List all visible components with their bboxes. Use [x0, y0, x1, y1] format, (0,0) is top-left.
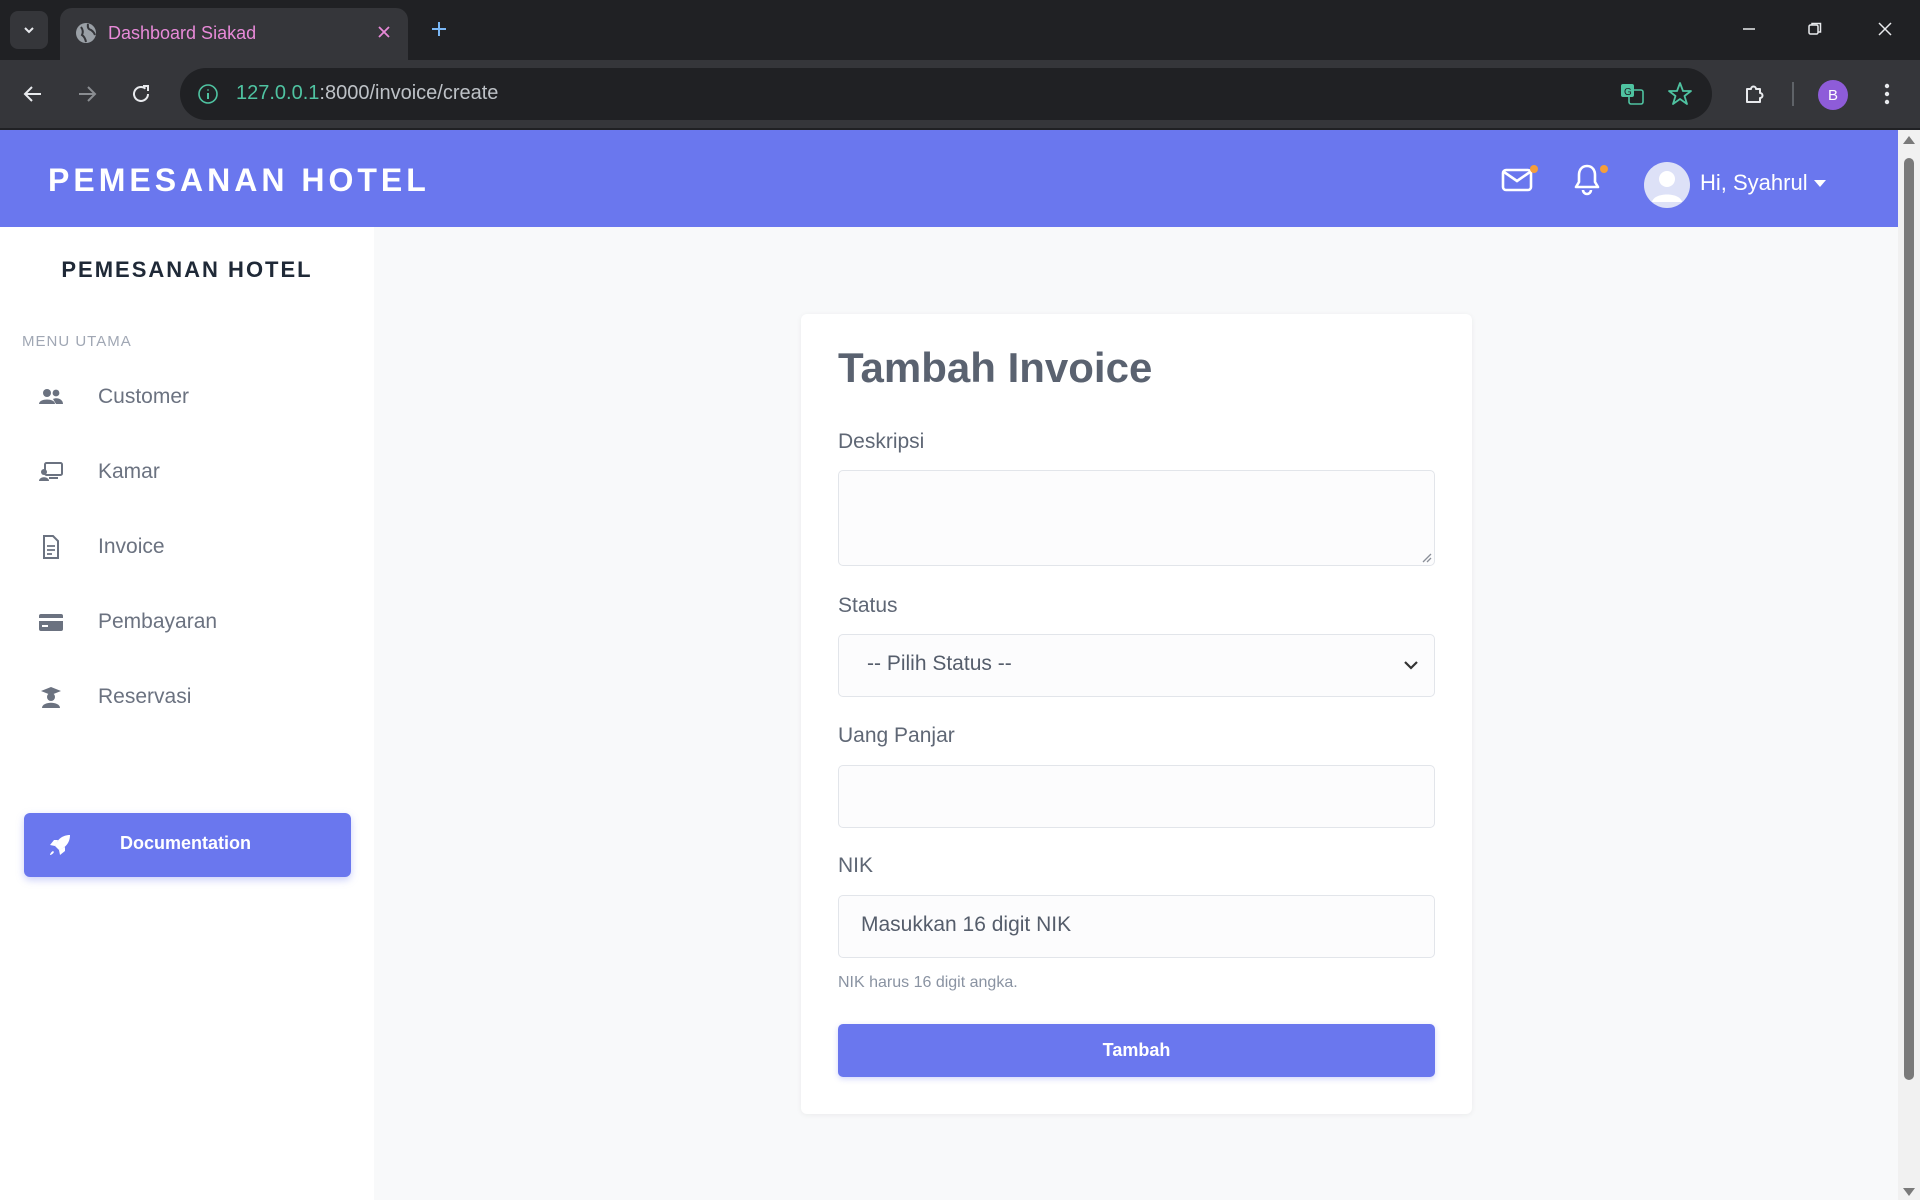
sidebar-brand[interactable]: PEMESANAN HOTEL [0, 257, 374, 283]
sidebar-item-label: Reservasi [98, 685, 192, 708]
arrow-right-icon [79, 86, 97, 102]
bell-icon[interactable] [1570, 162, 1604, 196]
page-scrollbar[interactable] [1898, 130, 1920, 1200]
sidebar-item-label: Kamar [98, 460, 160, 483]
deskripsi-label: Deskripsi [838, 430, 925, 453]
extensions-button[interactable] [1738, 77, 1772, 111]
restore-icon [1808, 22, 1822, 35]
star-icon[interactable] [1666, 80, 1694, 108]
forward-button[interactable] [70, 77, 104, 111]
browser-tab[interactable]: Dashboard Siakad [60, 8, 408, 60]
chevron-down-icon [1404, 661, 1418, 670]
url-host: 127.0.0.1 [236, 82, 320, 104]
reload-button[interactable] [124, 77, 158, 111]
user-avatar[interactable] [1644, 162, 1690, 208]
reservation-icon [41, 687, 61, 708]
scroll-down-arrow-icon[interactable] [1903, 1188, 1915, 1196]
url-path: :8000/invoice/create [319, 82, 499, 104]
file-invoice-icon [43, 535, 59, 559]
translate-icon[interactable]: G [1618, 80, 1646, 108]
chevron-down-icon [24, 27, 34, 34]
arrow-left-icon [23, 86, 41, 102]
sidebar-item-reservasi[interactable]: Reservasi [20, 669, 354, 725]
documentation-label: Documentation [120, 833, 252, 853]
scroll-up-arrow-icon[interactable] [1903, 136, 1915, 144]
mail-icon[interactable] [1500, 162, 1534, 196]
more-vertical-icon [1884, 83, 1890, 105]
resize-handle-icon[interactable] [1420, 551, 1432, 563]
status-selected-value: -- Pilih Status -- [867, 652, 1012, 675]
tambah-button[interactable]: Tambah [838, 1024, 1435, 1077]
uang-panjar-label: Uang Panjar [838, 724, 955, 747]
browser-toolbar: 127.0.0.1:8000/invoice/create G B [0, 60, 1920, 128]
sidebar-item-label: Invoice [98, 535, 165, 558]
status-select[interactable]: -- Pilih Status -- [838, 634, 1435, 697]
sidebar-item-invoice[interactable]: Invoice [20, 519, 354, 575]
close-icon [1878, 22, 1892, 36]
sidebar-section-heading: MENU UTAMA [22, 333, 132, 350]
site-info-icon[interactable] [194, 80, 222, 108]
deskripsi-textarea[interactable] [838, 470, 1435, 566]
sidebar-item-label: Customer [98, 385, 190, 408]
rocket-icon [50, 835, 70, 855]
mail-notification-dot [1530, 165, 1538, 173]
nik-input[interactable]: Masukkan 16 digit NIK [838, 895, 1435, 958]
page-viewport: PEMESANAN HOTEL Hi, Syahrul PEMESANAN HO… [0, 130, 1898, 1200]
sidebar-item-customer[interactable]: Customer [20, 369, 354, 425]
svg-text:G: G [1624, 87, 1632, 98]
globe-icon [76, 23, 96, 43]
users-icon [39, 389, 63, 404]
address-bar[interactable]: 127.0.0.1:8000/invoice/create G [180, 68, 1712, 120]
nik-help-text: NIK harus 16 digit angka. [838, 974, 1018, 991]
close-tab-icon[interactable] [372, 20, 396, 44]
url-text: 127.0.0.1:8000/invoice/create [236, 82, 498, 105]
new-tab-button[interactable] [424, 14, 454, 44]
scrollbar-thumb[interactable] [1904, 158, 1914, 1080]
sidebar: PEMESANAN HOTEL MENU UTAMA Customer Kama… [0, 227, 374, 1200]
close-window-button[interactable] [1870, 14, 1900, 44]
room-icon [39, 462, 63, 481]
back-button[interactable] [16, 77, 50, 111]
uang-panjar-input[interactable] [838, 765, 1435, 828]
restore-button[interactable] [1800, 14, 1830, 44]
tab-search-button[interactable] [10, 11, 48, 49]
plus-icon [432, 22, 446, 36]
sidebar-item-kamar[interactable]: Kamar [20, 444, 354, 500]
minimize-icon [1743, 28, 1755, 30]
tab-title: Dashboard Siakad [108, 23, 257, 43]
profile-avatar[interactable]: B [1818, 80, 1848, 110]
status-label: Status [838, 594, 898, 617]
invoice-form-card: Tambah Invoice Deskripsi Status -- Pilih… [801, 314, 1472, 1114]
documentation-button[interactable]: Documentation [24, 813, 351, 877]
page-title: Tambah Invoice [838, 344, 1153, 391]
user-greeting[interactable]: Hi, Syahrul [1700, 170, 1808, 196]
reload-icon [133, 85, 149, 102]
browser-menu-button[interactable] [1872, 77, 1902, 111]
sidebar-item-label: Pembayaran [98, 610, 218, 633]
nik-placeholder: Masukkan 16 digit NIK [861, 913, 1072, 936]
toolbar-divider [1792, 82, 1794, 106]
credit-card-icon [39, 614, 63, 631]
bell-notification-dot [1600, 165, 1608, 173]
sidebar-item-pembayaran[interactable]: Pembayaran [20, 594, 354, 650]
top-navbar: PEMESANAN HOTEL Hi, Syahrul [0, 130, 1898, 227]
tambah-button-label: Tambah [1102, 1040, 1171, 1060]
nik-label: NIK [838, 854, 874, 877]
browser-tab-bar: Dashboard Siakad [0, 0, 1920, 60]
puzzle-icon [1746, 85, 1764, 103]
minimize-button[interactable] [1734, 14, 1764, 44]
caret-down-icon[interactable] [1814, 180, 1826, 187]
navbar-brand[interactable]: PEMESANAN HOTEL [48, 162, 430, 199]
user-icon [1652, 171, 1682, 202]
